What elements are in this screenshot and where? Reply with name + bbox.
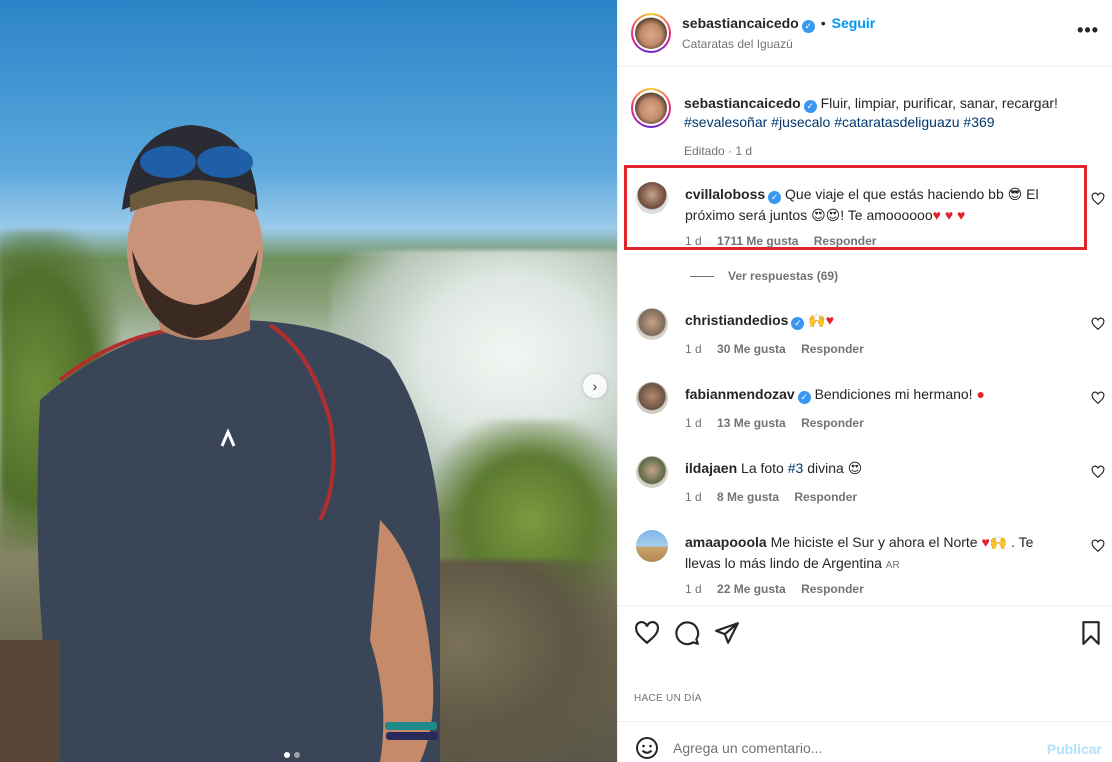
caption-meta: Editado · 1 d <box>684 144 753 158</box>
view-replies-button[interactable]: Ver respuestas (69) <box>690 269 838 283</box>
hashtag-link[interactable]: #369 <box>963 114 994 130</box>
comment-meta: 1 d 1711 Me gusta Responder <box>685 234 877 248</box>
verified-badge-icon: ✓ <box>791 316 805 330</box>
reply-button[interactable]: Responder <box>801 342 864 356</box>
heart-icon[interactable] <box>634 620 660 646</box>
follow-button[interactable]: Seguir <box>832 15 876 31</box>
reply-button[interactable]: Responder <box>801 416 864 430</box>
comment-text: cvillaloboss ✓ Que viaje el que estás hac… <box>685 186 1039 224</box>
raised-hands-emoji-icon: 🙌 <box>989 535 1008 551</box>
comment-username[interactable]: amaapooola <box>685 534 767 550</box>
comment-username[interactable]: christiandedios <box>685 312 788 328</box>
comment-username[interactable]: fabianmendozav <box>685 386 795 402</box>
author-username[interactable]: sebastiancaicedo <box>682 15 799 31</box>
hashtag-link[interactable]: #sevalesoñar <box>684 114 767 130</box>
comment-meta: 1 d 13 Me gusta Responder <box>685 416 864 430</box>
heart-eyes-emoji-icon: 😍😍 <box>811 208 841 224</box>
comment-username[interactable]: cvillaloboss <box>685 186 765 202</box>
comment-likes[interactable]: 1711 Me gusta <box>717 234 798 248</box>
caption-body: Fluir, limpiar, purificar, sanar, recarg… <box>820 95 1058 111</box>
comment-avatar[interactable] <box>636 382 668 414</box>
replies-line <box>690 276 714 278</box>
verified-badge-icon: ✓ <box>803 99 817 113</box>
carousel-dot-active <box>284 752 290 758</box>
caption-username[interactable]: sebastiancaicedo <box>684 95 801 111</box>
comment-likes[interactable]: 30 Me gusta <box>717 342 786 356</box>
comment-avatar[interactable] <box>636 530 668 562</box>
comment-text: ildajaen La foto #3 divina 😍 <box>685 460 863 477</box>
comment-bar: Publicar <box>618 721 1112 762</box>
comment-text: amaapooola Me hiciste el Sur y ahora el … <box>685 534 1034 571</box>
like-comment-heart-icon[interactable] <box>1091 539 1105 553</box>
carousel-dot <box>294 752 300 758</box>
post-header: sebastiancaicedo ✓ • Seguir Cataratas del I… <box>618 0 1112 67</box>
caption-avatar[interactable] <box>631 88 671 128</box>
comment-text: christiandedios ✓ 🙌♥ <box>685 310 1065 331</box>
comment-username[interactable]: ildajaen <box>685 460 737 476</box>
like-comment-heart-icon[interactable] <box>1091 317 1105 331</box>
hashtag-link[interactable]: #jusecalo <box>771 114 830 130</box>
reply-button[interactable]: Responder <box>801 582 864 596</box>
comment-avatar[interactable] <box>636 456 668 488</box>
comment-likes[interactable]: 8 Me gusta <box>717 490 779 504</box>
bookmark-icon[interactable] <box>1078 620 1104 646</box>
share-icon[interactable] <box>714 620 740 646</box>
verified-badge-icon: ✓ <box>797 390 811 404</box>
comment-meta: 1 d 8 Me gusta Responder <box>685 490 858 504</box>
verified-badge-icon: ✓ <box>801 20 815 33</box>
comment-likes[interactable]: 22 Me gusta <box>717 582 786 596</box>
post-time: HACE UN DÍA <box>634 693 702 704</box>
comment-input[interactable] <box>673 735 1033 761</box>
separator-dot: • <box>820 15 826 31</box>
verified-badge-icon: ✓ <box>768 190 782 204</box>
comment-avatar[interactable] <box>636 182 668 214</box>
red-heart-emoji-icon: ♥ <box>825 312 835 328</box>
reply-button[interactable]: Responder <box>814 234 877 248</box>
comment-text: fabianmendozav ✓ Bendiciones mi hermano! … <box>685 386 985 404</box>
caption-text: sebastiancaicedo ✓ Fluir, limpiar, purifi… <box>684 94 1084 131</box>
post-actions <box>618 605 1112 661</box>
more-options-icon[interactable]: ••• <box>1077 20 1099 41</box>
like-comment-heart-icon[interactable] <box>1091 391 1105 405</box>
comment-icon[interactable] <box>674 620 700 646</box>
publish-button[interactable]: Publicar <box>1047 741 1102 757</box>
sunglasses-emoji-icon: 😎 <box>1007 187 1023 203</box>
red-circle-emoji-icon: ● <box>976 386 985 402</box>
hashtag-link[interactable]: #cataratasdeliguazu <box>834 114 959 130</box>
post-photo[interactable]: › <box>0 0 617 762</box>
like-comment-heart-icon[interactable] <box>1091 192 1105 206</box>
raised-hands-emoji-icon: 🙌 <box>808 313 826 329</box>
hashtag-link[interactable]: #3 <box>788 460 804 476</box>
comment-likes[interactable]: 13 Me gusta <box>717 416 786 430</box>
like-comment-heart-icon[interactable] <box>1091 465 1105 479</box>
comment-avatar[interactable] <box>636 308 668 340</box>
author-avatar[interactable] <box>631 13 671 53</box>
emoji-icon[interactable] <box>635 736 659 760</box>
reply-button[interactable]: Responder <box>794 490 857 504</box>
next-image-button[interactable]: › <box>583 374 607 398</box>
carousel-dots <box>284 752 300 758</box>
photo-person <box>0 125 440 762</box>
post-location[interactable]: Cataratas del Iguazú <box>682 37 793 51</box>
comment-meta: 1 d 30 Me gusta Responder <box>685 342 864 356</box>
post-sidebar: sebastiancaicedo ✓ • Seguir Cataratas del I… <box>617 0 1112 762</box>
argentina-flag-icon: AR <box>885 560 900 571</box>
heart-eyes-emoji-icon: 😍 <box>847 461 863 477</box>
red-heart-emoji-icon: ♥ <box>981 534 990 550</box>
comment-meta: 1 d 22 Me gusta Responder <box>685 582 864 596</box>
red-heart-emoji-icon: ♥ ♥ ♥ <box>932 207 966 223</box>
